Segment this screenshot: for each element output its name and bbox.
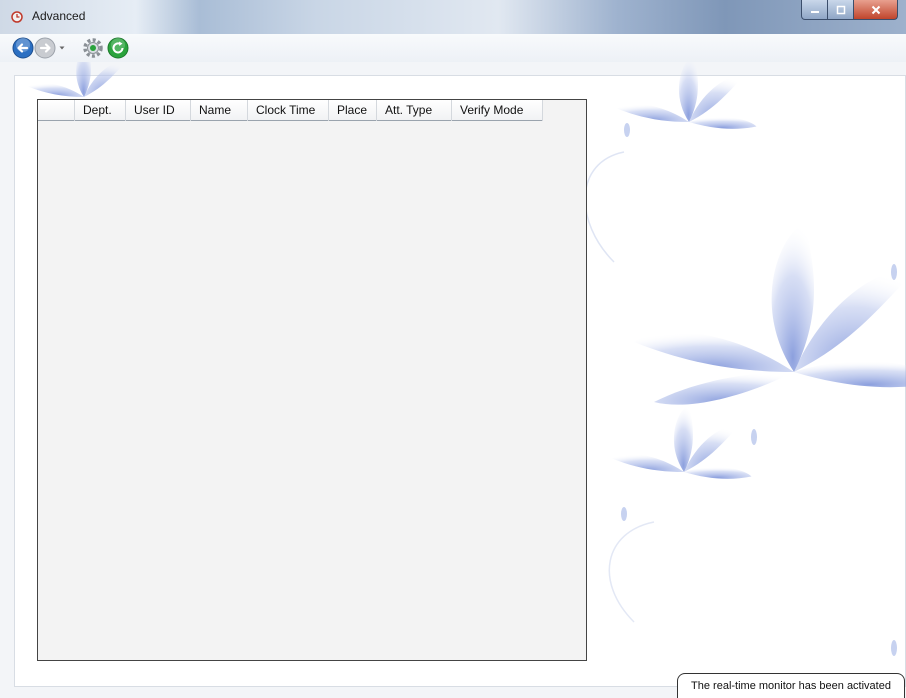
forward-button[interactable] [34, 37, 56, 59]
back-button[interactable] [12, 37, 34, 59]
settings-button[interactable] [82, 37, 104, 59]
window-controls [801, 0, 898, 20]
app-clock-icon [11, 11, 23, 23]
row-header-column[interactable] [38, 100, 75, 121]
content-bottom-border [14, 686, 677, 687]
column-dept[interactable]: Dept. [75, 100, 126, 121]
column-name[interactable]: Name [191, 100, 248, 121]
column-user-id[interactable]: User ID [126, 100, 191, 121]
maximize-button[interactable] [828, 0, 854, 20]
window-title: Advanced [32, 9, 86, 23]
column-att-type[interactable]: Att. Type [377, 100, 452, 121]
navigation-toolbar [0, 34, 906, 62]
minimize-icon [810, 10, 819, 13]
close-button[interactable] [854, 0, 898, 20]
column-place[interactable]: Place [329, 100, 377, 121]
grid-header: Dept. User ID Name Clock Time Place Att.… [38, 100, 543, 121]
close-icon [871, 5, 880, 14]
chevron-down-icon [59, 46, 65, 50]
status-notification: The real-time monitor has been activated [677, 673, 905, 698]
attendance-grid[interactable]: Dept. User ID Name Clock Time Place Att.… [37, 99, 587, 661]
column-clock-time[interactable]: Clock Time [248, 100, 329, 121]
column-verify-mode[interactable]: Verify Mode [452, 100, 543, 121]
history-dropdown[interactable] [59, 45, 65, 51]
gear-icon [83, 38, 103, 58]
maximize-icon [836, 5, 845, 14]
title-bar: Advanced [0, 0, 906, 34]
minimize-button[interactable] [801, 0, 828, 20]
refresh-button[interactable] [107, 37, 129, 59]
